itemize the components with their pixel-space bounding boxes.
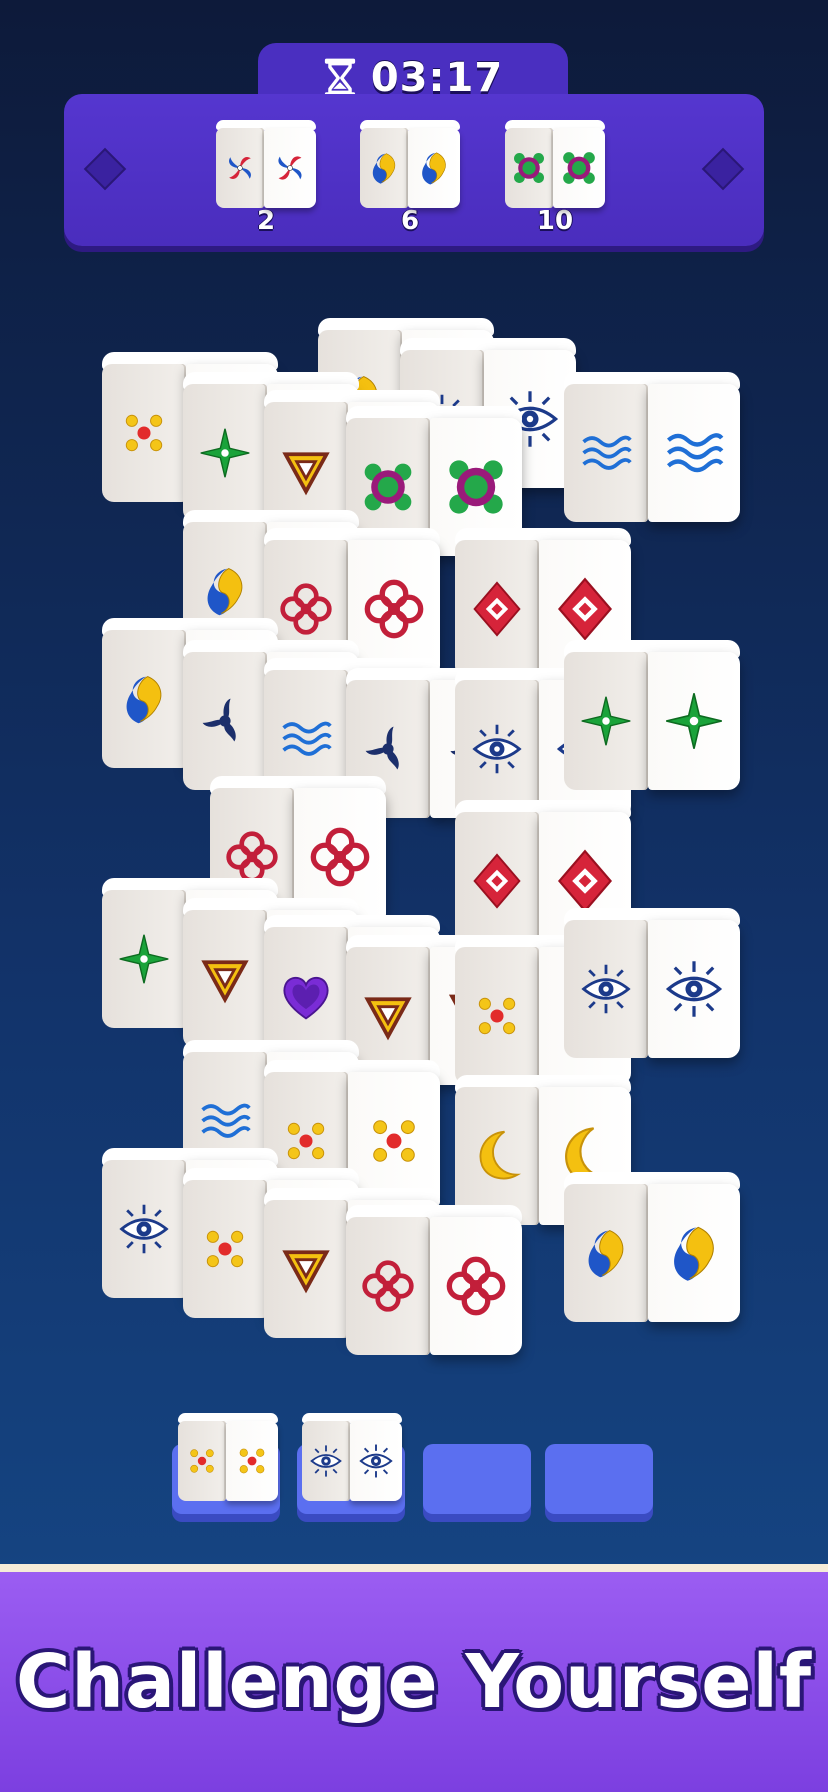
cube-face-left — [102, 364, 186, 502]
purple-heart-icon — [278, 964, 334, 1028]
cube-face-right — [648, 384, 740, 522]
dots-cross-icon — [233, 1441, 271, 1481]
cube-eye[interactable] — [564, 908, 740, 1058]
promo-banner: Challenge Yourself — [0, 1572, 828, 1792]
cube-face-left — [455, 947, 539, 1085]
dots-cross-icon — [469, 984, 525, 1048]
cube-face-left — [183, 652, 267, 790]
tray-slot — [545, 1444, 653, 1514]
cube-face-left — [264, 1200, 348, 1338]
swirl-yinyang-icon — [197, 559, 253, 623]
eye-icon — [662, 957, 726, 1021]
dots-cross-icon — [278, 1109, 334, 1173]
waves-icon — [578, 421, 634, 485]
swirl-yinyang-icon — [662, 1221, 726, 1285]
red-knot-icon — [360, 1254, 416, 1318]
red-diamond-icon — [469, 577, 525, 641]
green-star-icon — [578, 689, 634, 753]
cube-face-left — [183, 1180, 267, 1318]
cube-face-left — [102, 890, 186, 1028]
eye-icon — [116, 1197, 172, 1261]
dots-cross-icon — [184, 1441, 220, 1481]
eye-icon — [308, 1441, 344, 1481]
triskelion-icon — [360, 717, 416, 781]
dots-cross-icon — [116, 401, 172, 465]
cube-face-left — [102, 630, 186, 768]
green-flower-icon — [360, 455, 416, 519]
cube-face-left — [102, 1160, 186, 1298]
cube-face-left — [564, 1184, 648, 1322]
swirl-yinyang-icon — [116, 667, 172, 731]
triangle-icon — [278, 1237, 334, 1301]
green-star-icon — [197, 421, 253, 485]
triskelion-icon — [197, 689, 253, 753]
cube-face-left — [455, 812, 539, 950]
red-diamond-icon — [553, 577, 617, 641]
cube-face-left — [564, 384, 648, 522]
cube-face-left — [455, 540, 539, 678]
red-diamond-icon — [553, 849, 617, 913]
waves-icon — [278, 707, 334, 771]
red-knot-icon — [278, 577, 334, 641]
red-knot-icon — [362, 577, 426, 641]
cube-face-right — [648, 652, 740, 790]
tray-cube-eye[interactable] — [302, 1413, 402, 1501]
cube-face-left — [455, 680, 539, 818]
swirl-yinyang-icon — [578, 1221, 634, 1285]
cube-face-right — [648, 920, 740, 1058]
red-knot-icon — [444, 1254, 508, 1318]
eye-icon — [469, 717, 525, 781]
cube-face-left — [346, 1217, 430, 1355]
cube-waves[interactable] — [564, 372, 740, 522]
banner-divider — [0, 1564, 828, 1572]
cube-swirl-yinyang[interactable] — [564, 1172, 740, 1322]
cube-face-left — [183, 910, 267, 1048]
cube-face-left — [564, 920, 648, 1058]
red-diamond-icon — [469, 849, 525, 913]
banner-title: Challenge Yourself — [15, 1639, 813, 1725]
waves-icon — [662, 421, 726, 485]
cube-red-knot[interactable] — [346, 1205, 522, 1355]
dots-cross-icon — [362, 1109, 426, 1173]
cube-face-left — [183, 384, 267, 522]
triangle-icon — [197, 947, 253, 1011]
moon-icon — [469, 1124, 525, 1188]
triangle-icon — [360, 984, 416, 1048]
green-flower-icon — [444, 455, 508, 519]
tray-cube-dots-cross[interactable] — [178, 1413, 278, 1501]
cube-face-right — [648, 1184, 740, 1322]
green-star-icon — [662, 689, 726, 753]
dots-cross-icon — [197, 1217, 253, 1281]
eye-icon — [578, 957, 634, 1021]
cube-green-star[interactable] — [564, 640, 740, 790]
waves-icon — [197, 1089, 253, 1153]
cube-face-right — [430, 1217, 522, 1355]
cube-face-left — [564, 652, 648, 790]
red-knot-icon — [308, 825, 372, 889]
triangle-icon — [278, 439, 334, 503]
tray-slot — [423, 1444, 531, 1514]
eye-icon — [357, 1441, 395, 1481]
cube-board — [0, 0, 828, 1400]
green-star-icon — [116, 927, 172, 991]
